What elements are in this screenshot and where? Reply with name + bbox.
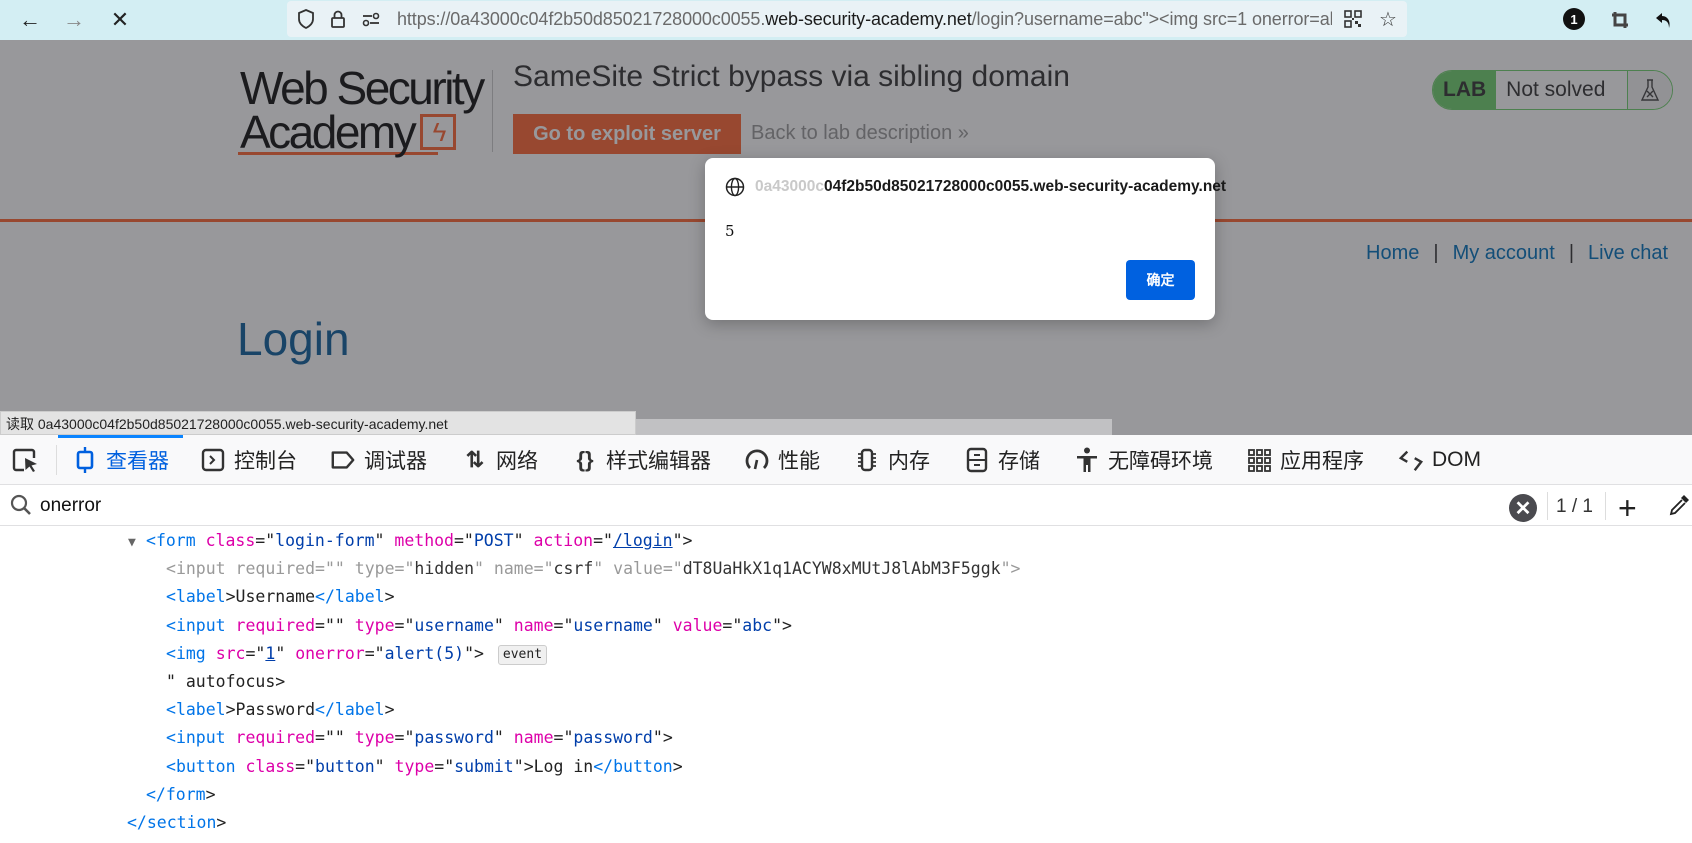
notification-count: 1 bbox=[1570, 12, 1577, 27]
markup-search-bar: ✕ 1 / 1 + bbox=[0, 486, 1692, 526]
add-node-button[interactable]: + bbox=[1618, 490, 1637, 527]
markup-text-node[interactable]: " autofocus> bbox=[0, 668, 1692, 696]
markup-view: ▼<form class="login-form" method="POST" … bbox=[0, 527, 1692, 837]
close-icon: ✕ bbox=[1515, 496, 1532, 521]
shield-icon[interactable] bbox=[295, 8, 317, 30]
markup-close-section[interactable]: </section> bbox=[0, 809, 1692, 837]
forward-button[interactable]: → bbox=[60, 6, 88, 34]
accessibility-icon bbox=[1074, 447, 1100, 473]
expand-triangle-icon[interactable]: ▼ bbox=[128, 529, 146, 557]
url-host: web-security-academy.net bbox=[765, 9, 971, 29]
eyedropper-button[interactable] bbox=[1668, 492, 1692, 522]
tab-accessibility[interactable]: 无障碍环境 bbox=[1074, 435, 1213, 485]
close-icon: ✕ bbox=[111, 7, 129, 33]
markup-node-username-input[interactable]: <input required="" type="username" name=… bbox=[0, 612, 1692, 640]
network-icon: ⇅ bbox=[462, 447, 488, 473]
application-icon bbox=[1246, 447, 1272, 473]
plus-icon: + bbox=[1618, 490, 1637, 526]
tab-label: 无障碍环境 bbox=[1108, 445, 1213, 475]
tab-label: 存储 bbox=[998, 445, 1040, 475]
tab-label: 调试器 bbox=[364, 445, 427, 475]
storage-icon bbox=[964, 447, 990, 473]
tab-dom[interactable]: DOM bbox=[1398, 435, 1481, 485]
search-match-count: 1 / 1 bbox=[1556, 496, 1593, 518]
tab-label: 网络 bbox=[496, 445, 538, 475]
markup-close-form[interactable]: </form> bbox=[0, 781, 1692, 809]
bookmark-star-icon[interactable]: ☆ bbox=[1377, 8, 1399, 30]
toolbar-divider bbox=[56, 445, 57, 475]
alert-dialog: 0a43000c04f2b50d85021728000c0055.web-sec… bbox=[705, 158, 1215, 320]
tab-label: 查看器 bbox=[106, 445, 169, 475]
tab-label: 应用程序 bbox=[1280, 445, 1364, 475]
tab-inspector[interactable]: 查看器 bbox=[72, 435, 169, 485]
status-bar-extension bbox=[636, 419, 1112, 435]
search-icon bbox=[10, 494, 32, 522]
url-path: /login?username=abc"><img src=1 onerror=… bbox=[972, 9, 1332, 29]
markup-node-button[interactable]: <button class="button" type="submit">Log… bbox=[0, 753, 1692, 781]
alert-ok-button[interactable]: 确定 bbox=[1126, 260, 1195, 300]
tab-network[interactable]: ⇅ 网络 bbox=[462, 435, 538, 485]
tab-application[interactable]: 应用程序 bbox=[1246, 435, 1364, 485]
markup-node-img[interactable]: <img src="1" onerror="alert(5)"> event bbox=[0, 640, 1692, 668]
markup-node-password-label[interactable]: <label>Password</label> bbox=[0, 696, 1692, 724]
alert-origin-faded: 0a43000c bbox=[755, 178, 824, 195]
search-divider bbox=[1605, 492, 1606, 520]
tab-memory[interactable]: 内存 bbox=[854, 435, 930, 485]
performance-icon bbox=[744, 447, 770, 473]
img-src-link[interactable]: 1 bbox=[265, 644, 275, 663]
tab-storage[interactable]: 存储 bbox=[964, 435, 1040, 485]
status-bar: 读取 0a43000c04f2b50d85021728000c0055.web-… bbox=[0, 411, 636, 435]
browser-toolbar: ← → ✕ https://0a43000c04f2b50d8502172800… bbox=[0, 0, 1692, 40]
element-picker-button[interactable] bbox=[10, 447, 42, 475]
tab-style-editor[interactable]: {} 样式编辑器 bbox=[572, 435, 711, 485]
alert-message: 5 bbox=[725, 222, 735, 240]
undo-button[interactable] bbox=[1650, 6, 1678, 34]
tab-console[interactable]: 控制台 bbox=[200, 435, 297, 485]
url-scheme: https://0a43000c04f2b50d85021728000c0055… bbox=[397, 9, 765, 29]
crop-icon bbox=[1611, 11, 1629, 29]
clear-search-button[interactable]: ✕ bbox=[1509, 494, 1537, 522]
markup-node-password-input[interactable]: <input required="" type="password" name=… bbox=[0, 724, 1692, 752]
globe-icon bbox=[725, 177, 745, 202]
alert-origin: 0a43000c04f2b50d85021728000c0055.web-sec… bbox=[755, 178, 1226, 196]
inspector-icon bbox=[72, 447, 98, 473]
markup-node-username-label[interactable]: <label>Username</label> bbox=[0, 583, 1692, 611]
alert-origin-host: 04f2b50d85021728000c0055.web-security-ac… bbox=[824, 178, 1226, 195]
eyedropper-icon bbox=[1668, 492, 1692, 516]
markup-search-input[interactable] bbox=[40, 492, 1340, 520]
crop-button[interactable] bbox=[1606, 6, 1634, 34]
element-picker-icon bbox=[12, 448, 40, 474]
notification-badge[interactable]: 1 bbox=[1563, 8, 1585, 30]
tab-debugger[interactable]: 调试器 bbox=[330, 435, 427, 485]
tab-performance[interactable]: 性能 bbox=[744, 435, 820, 485]
arrow-right-icon: → bbox=[63, 7, 85, 33]
url-bar[interactable]: https://0a43000c04f2b50d85021728000c0055… bbox=[287, 1, 1407, 37]
event-badge[interactable]: event bbox=[498, 645, 547, 665]
permissions-icon[interactable] bbox=[360, 8, 382, 30]
debugger-icon bbox=[330, 447, 356, 473]
markup-node-csrf-input[interactable]: <input required="" type="hidden" name="c… bbox=[0, 555, 1692, 583]
arrow-left-icon: ← bbox=[19, 7, 41, 33]
undo-arrow-icon bbox=[1655, 11, 1673, 29]
stop-button[interactable]: ✕ bbox=[106, 6, 134, 34]
lock-icon[interactable] bbox=[327, 8, 349, 30]
url-text[interactable]: https://0a43000c04f2b50d85021728000c0055… bbox=[397, 9, 1332, 30]
devtools-panel: 查看器 控制台 调试器 ⇅ 网络 {} 样式编辑器 性能 内存 存储 bbox=[0, 435, 1692, 843]
back-button[interactable]: ← bbox=[16, 6, 44, 34]
devtools-tab-bar: 查看器 控制台 调试器 ⇅ 网络 {} 样式编辑器 性能 内存 存储 bbox=[0, 435, 1692, 485]
qr-code-icon[interactable] bbox=[1342, 8, 1364, 30]
action-link[interactable]: /login bbox=[613, 531, 673, 550]
style-editor-icon: {} bbox=[572, 447, 598, 473]
dom-icon bbox=[1398, 447, 1424, 473]
search-divider bbox=[1547, 492, 1548, 520]
markup-node-form[interactable]: ▼<form class="login-form" method="POST" … bbox=[0, 527, 1692, 555]
console-icon bbox=[200, 447, 226, 473]
memory-icon bbox=[854, 447, 880, 473]
tab-label: 样式编辑器 bbox=[606, 445, 711, 475]
tab-label: 内存 bbox=[888, 445, 930, 475]
tab-label: DOM bbox=[1432, 448, 1481, 472]
tab-label: 控制台 bbox=[234, 445, 297, 475]
tab-label: 性能 bbox=[778, 445, 820, 475]
